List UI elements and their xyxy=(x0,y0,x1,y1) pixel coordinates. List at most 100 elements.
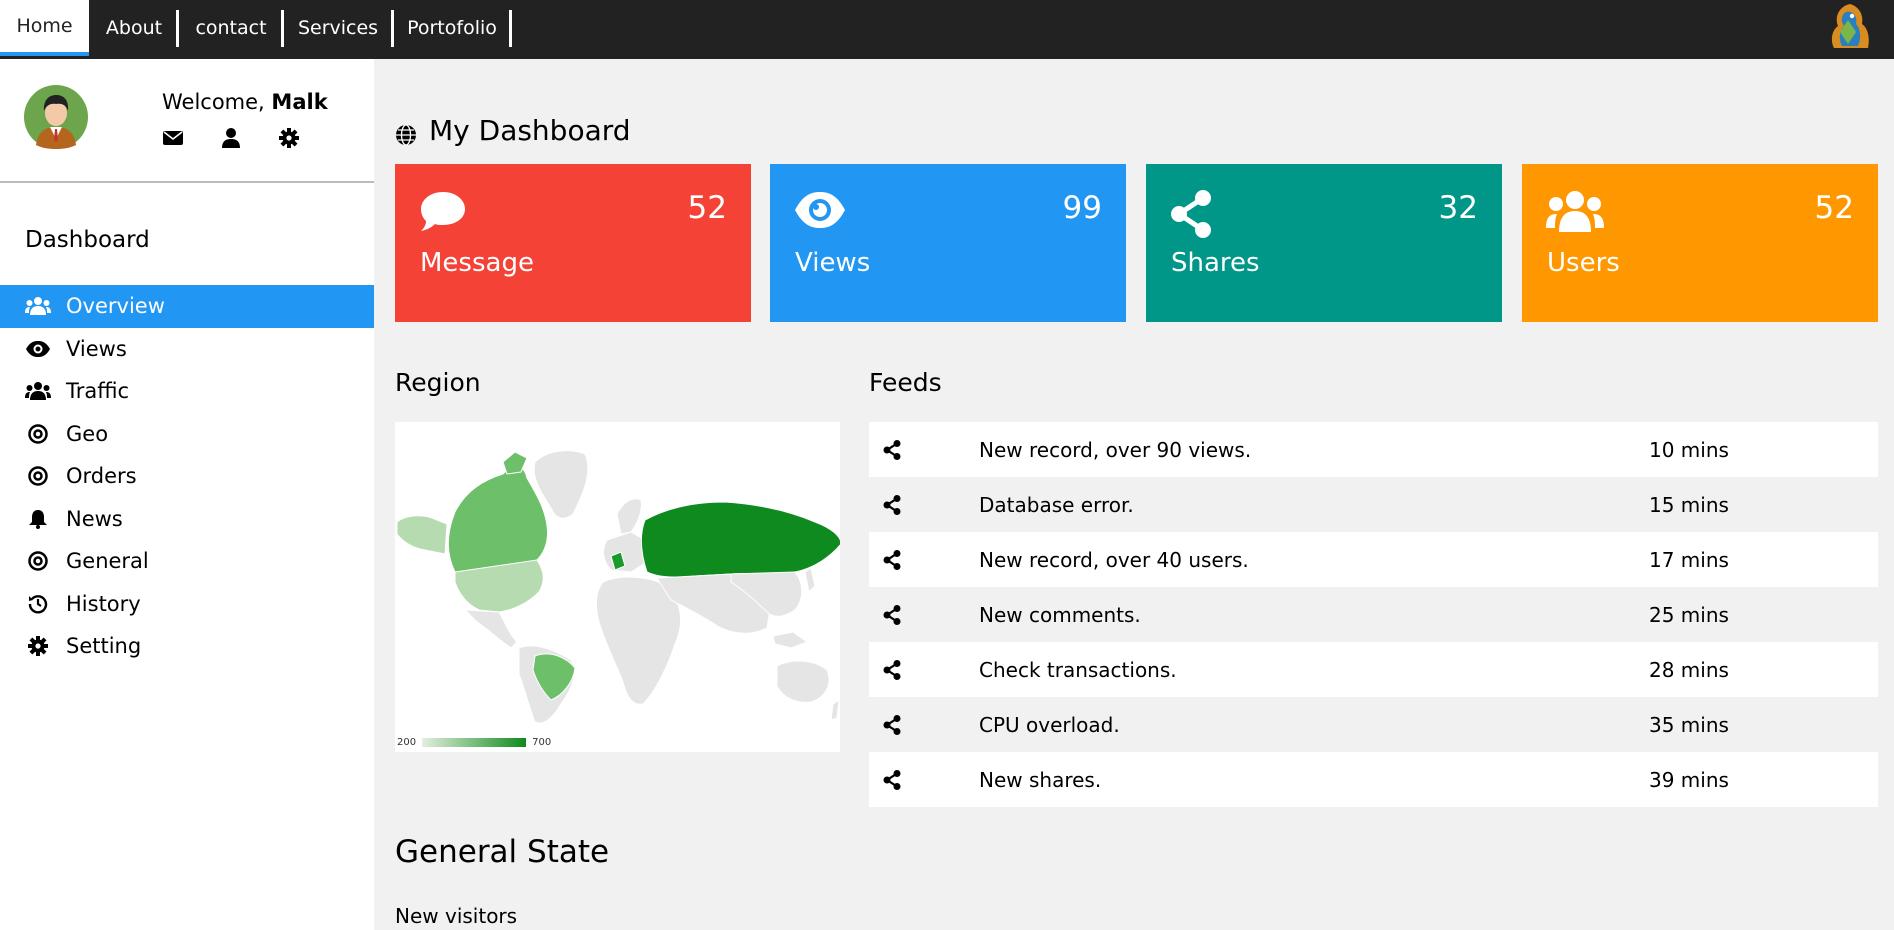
nav-divider xyxy=(176,10,179,47)
nav-divider xyxy=(281,10,284,47)
gear-icon[interactable] xyxy=(278,127,300,149)
nav-about[interactable]: About xyxy=(96,0,172,56)
feed-time: 10 mins xyxy=(1649,437,1729,462)
user-name: Malk xyxy=(271,90,328,114)
page-title: My Dashboard xyxy=(395,114,631,147)
share-icon xyxy=(869,659,979,680)
feed-row[interactable]: CPU overload. 35 mins xyxy=(869,697,1878,752)
sidebar-item-setting[interactable]: Setting xyxy=(0,625,374,668)
share-icon xyxy=(869,604,979,625)
stat-card-label: Message xyxy=(420,248,534,278)
stat-card-value: 52 xyxy=(1814,190,1854,226)
sidebar-item-label: News xyxy=(66,506,123,531)
legend-max: 700 xyxy=(532,737,552,748)
sidebar-item-traffic[interactable]: Traffic xyxy=(0,370,374,413)
feed-row[interactable]: New record, over 40 users. 17 mins xyxy=(869,532,1878,587)
stat-card-label: Users xyxy=(1547,248,1620,278)
feed-text: New comments. xyxy=(979,602,1141,627)
welcome-prefix: Welcome, xyxy=(162,90,272,114)
nav-home[interactable]: Home xyxy=(0,0,89,56)
share-icon xyxy=(869,714,979,735)
sidebar-item-general[interactable]: General xyxy=(0,540,374,583)
legend-min: 200 xyxy=(397,737,417,748)
target-icon xyxy=(25,423,51,445)
sidebar-item-geo[interactable]: Geo xyxy=(0,413,374,456)
gear-icon xyxy=(25,635,51,657)
stat-card-label: Views xyxy=(795,248,871,278)
feed-text: Check transactions. xyxy=(979,657,1177,682)
eye-icon xyxy=(794,190,845,238)
globe-icon xyxy=(395,120,417,146)
sidebar-item-label: Views xyxy=(66,336,127,361)
stat-card-shares[interactable]: 32 Shares xyxy=(1146,164,1502,322)
top-navbar: Home About contact Services Portofolio xyxy=(0,0,1894,59)
stat-card-views[interactable]: 99 Views xyxy=(770,164,1126,322)
legend-gradient xyxy=(422,738,527,747)
feed-time: 25 mins xyxy=(1649,602,1729,627)
stat-card-users[interactable]: 52 Users xyxy=(1522,164,1878,322)
share-icon xyxy=(869,769,979,790)
feed-time: 28 mins xyxy=(1649,657,1729,682)
sidebar-item-label: Geo xyxy=(66,421,109,446)
users-icon xyxy=(25,380,51,402)
welcome-text: Welcome, Malk xyxy=(162,90,328,114)
feeds-table: New record, over 90 views. 10 mins Datab… xyxy=(869,422,1878,807)
envelope-icon[interactable] xyxy=(162,127,184,149)
feeds-title: Feeds xyxy=(869,368,942,397)
users-icon xyxy=(25,295,51,317)
sidebar-item-views[interactable]: Views xyxy=(0,328,374,371)
profile-actions xyxy=(162,127,300,149)
target-icon xyxy=(25,465,51,487)
sidebar-item-overview[interactable]: Overview xyxy=(0,285,374,328)
region-map[interactable]: 200 700 xyxy=(395,422,842,752)
nav-services[interactable]: Services xyxy=(287,0,389,56)
world-map xyxy=(396,450,842,724)
stat-card-message[interactable]: 52 Message xyxy=(395,164,751,322)
stat-card-value: 99 xyxy=(1062,190,1102,226)
share-icon xyxy=(869,494,979,515)
sidebar-heading: Dashboard xyxy=(25,227,150,253)
sidebar-item-label: Orders xyxy=(66,464,137,489)
target-icon xyxy=(25,550,51,572)
sidebar-item-label: Traffic xyxy=(66,379,130,404)
feed-time: 39 mins xyxy=(1649,767,1729,792)
sidebar-item-news[interactable]: News xyxy=(0,498,374,541)
feed-row[interactable]: Database error. 15 mins xyxy=(869,477,1878,532)
sidebar-menu: Overview Views Traffic Geo Orders News G… xyxy=(0,285,374,668)
feed-row[interactable]: New record, over 90 views. 10 mins xyxy=(869,422,1878,477)
stat-card-value: 32 xyxy=(1438,190,1478,226)
bell-icon xyxy=(25,508,51,530)
sidebar: Welcome, Malk Dashboard Overview Views T… xyxy=(0,59,374,930)
sidebar-item-label: General xyxy=(66,549,149,574)
user-icon[interactable] xyxy=(220,127,242,149)
stat-card-label: Shares xyxy=(1171,248,1260,278)
feed-text: Database error. xyxy=(979,492,1134,517)
nav-contact[interactable]: contact xyxy=(182,0,280,56)
nav-portfolio[interactable]: Portofolio xyxy=(398,0,506,56)
feed-text: New record, over 40 users. xyxy=(979,547,1249,572)
share-icon xyxy=(1170,190,1218,238)
comment-icon xyxy=(419,190,467,238)
user-avatar-icon[interactable] xyxy=(1828,2,1872,50)
share-icon xyxy=(869,439,979,460)
sidebar-item-label: Setting xyxy=(66,634,142,659)
feed-row[interactable]: New shares. 39 mins xyxy=(869,752,1878,807)
feed-row[interactable]: New comments. 25 mins xyxy=(869,587,1878,642)
new-visitors-label: New visitors xyxy=(395,904,518,928)
feed-text: CPU overload. xyxy=(979,712,1120,737)
feed-time: 17 mins xyxy=(1649,547,1729,572)
feed-time: 35 mins xyxy=(1649,712,1729,737)
history-icon xyxy=(25,593,51,615)
sidebar-item-orders[interactable]: Orders xyxy=(0,455,374,498)
nav-divider xyxy=(509,10,512,47)
feed-text: New record, over 90 views. xyxy=(979,437,1252,462)
eye-icon xyxy=(25,338,51,360)
page-title-text: My Dashboard xyxy=(429,114,631,147)
map-legend: 200 700 xyxy=(397,737,551,748)
sidebar-divider xyxy=(0,181,374,183)
users-icon xyxy=(1546,190,1604,238)
sidebar-item-history[interactable]: History xyxy=(0,583,374,626)
feed-row[interactable]: Check transactions. 28 mins xyxy=(869,642,1878,697)
nav-divider xyxy=(391,10,394,47)
region-title: Region xyxy=(395,368,481,397)
